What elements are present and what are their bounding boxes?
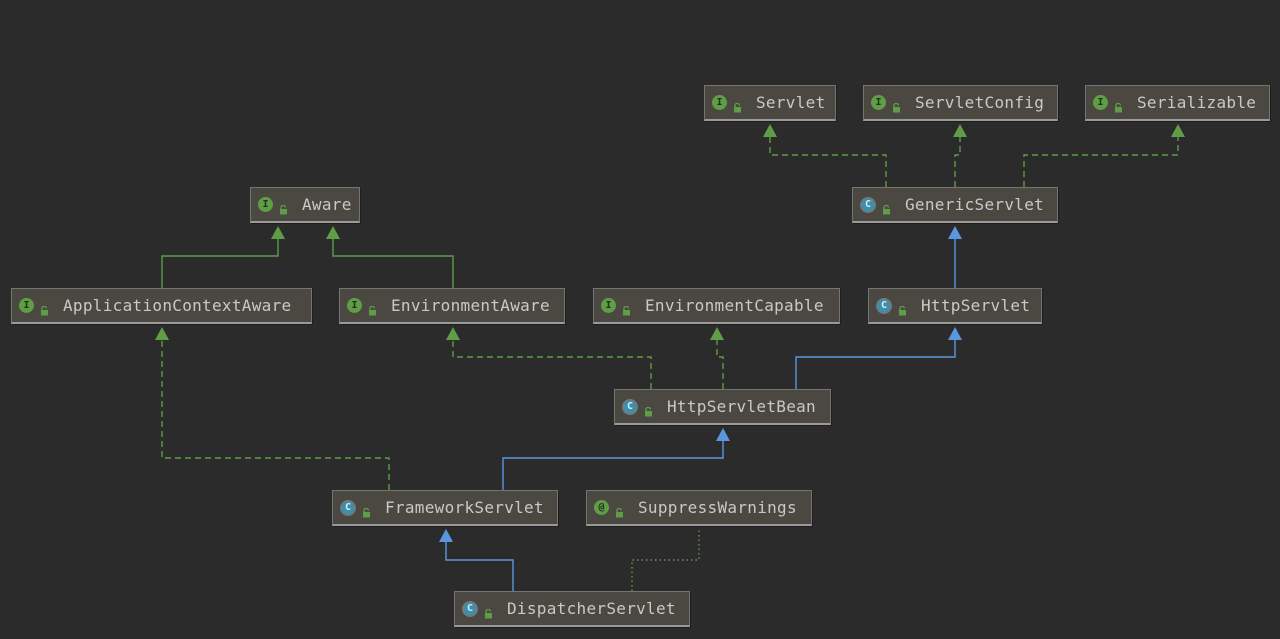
public-lock-icon xyxy=(362,503,371,518)
class-name: HttpServlet xyxy=(921,296,1031,315)
class-name: EnvironmentAware xyxy=(391,296,550,315)
annotation-badge-icon: @ xyxy=(594,500,609,515)
edge-implements xyxy=(769,132,887,187)
node-suppress-warnings[interactable]: @ SuppressWarnings xyxy=(586,490,812,526)
node-serializable[interactable]: I Serializable xyxy=(1085,85,1270,121)
arrowhead-icon xyxy=(953,124,967,137)
class-name: Serializable xyxy=(1137,93,1257,112)
class-badge-icon: C xyxy=(622,398,638,415)
class-name: FrameworkServlet xyxy=(385,498,544,517)
edge-implements xyxy=(161,335,390,490)
edge-implements xyxy=(716,335,724,389)
public-lock-icon xyxy=(40,301,49,316)
arrowhead-icon xyxy=(716,428,730,441)
edge-extends xyxy=(795,335,956,389)
edge-implements xyxy=(1023,132,1179,187)
class-name: Aware xyxy=(302,195,352,214)
class-name: GenericServlet xyxy=(905,195,1045,214)
class-name: SuppressWarnings xyxy=(638,498,797,517)
arrowhead-icon xyxy=(1171,124,1185,137)
public-lock-icon xyxy=(644,402,653,417)
node-servlet[interactable]: I Servlet xyxy=(704,85,836,121)
node-http-servlet[interactable]: C HttpServlet xyxy=(868,288,1042,324)
interface-badge-icon: I xyxy=(871,95,886,110)
interface-badge-icon: I xyxy=(258,197,273,212)
public-lock-icon xyxy=(279,200,288,215)
arrowhead-icon xyxy=(155,327,169,340)
arrowhead-icon xyxy=(948,327,962,340)
edge-implements xyxy=(954,132,961,187)
arrowhead-icon xyxy=(710,327,724,340)
node-aware[interactable]: I Aware xyxy=(250,187,360,223)
public-lock-icon xyxy=(615,503,624,518)
class-name: EnvironmentCapable xyxy=(645,296,824,315)
class-name: Servlet xyxy=(756,93,826,112)
public-lock-icon xyxy=(882,200,891,215)
node-dispatcher-servlet[interactable]: C DispatcherServlet xyxy=(454,591,690,627)
edge-extends-interface xyxy=(161,234,279,288)
interface-badge-icon: I xyxy=(601,298,616,313)
arrowhead-icon xyxy=(271,226,285,239)
node-framework-servlet[interactable]: C FrameworkServlet xyxy=(332,490,558,526)
class-badge-icon: C xyxy=(860,196,876,213)
public-lock-icon xyxy=(733,98,742,113)
edge-extends xyxy=(502,436,724,490)
arrowhead-icon xyxy=(446,327,460,340)
public-lock-icon xyxy=(368,301,377,316)
interface-badge-icon: I xyxy=(347,298,362,313)
class-badge-icon: C xyxy=(462,600,478,617)
arrowhead-icon xyxy=(326,226,340,239)
node-application-context-aware[interactable]: I ApplicationContextAware xyxy=(11,288,312,324)
interface-badge-icon: I xyxy=(712,95,727,110)
interface-badge-icon: I xyxy=(1093,95,1108,110)
arrowhead-icon xyxy=(763,124,777,137)
public-lock-icon xyxy=(1114,98,1123,113)
class-name: ServletConfig xyxy=(915,93,1045,112)
arrowhead-icon xyxy=(439,529,453,542)
public-lock-icon xyxy=(622,301,631,316)
class-name: ApplicationContextAware xyxy=(63,296,292,315)
edge-extends xyxy=(445,537,514,591)
edge-extends-interface xyxy=(332,234,454,288)
edge-annotated xyxy=(631,528,700,591)
node-http-servlet-bean[interactable]: C HttpServletBean xyxy=(614,389,831,425)
arrowhead-icon xyxy=(948,226,962,239)
public-lock-icon xyxy=(484,604,493,619)
node-generic-servlet[interactable]: C GenericServlet xyxy=(852,187,1058,223)
class-badge-icon: C xyxy=(876,297,892,314)
node-environment-aware[interactable]: I EnvironmentAware xyxy=(339,288,565,324)
class-name: HttpServletBean xyxy=(667,397,816,416)
public-lock-icon xyxy=(892,98,901,113)
class-badge-icon: C xyxy=(340,499,356,516)
public-lock-icon xyxy=(898,301,907,316)
class-name: DispatcherServlet xyxy=(507,599,676,618)
interface-badge-icon: I xyxy=(19,298,34,313)
node-servlet-config[interactable]: I ServletConfig xyxy=(863,85,1058,121)
edge-implements xyxy=(452,335,652,389)
node-environment-capable[interactable]: I EnvironmentCapable xyxy=(593,288,840,324)
